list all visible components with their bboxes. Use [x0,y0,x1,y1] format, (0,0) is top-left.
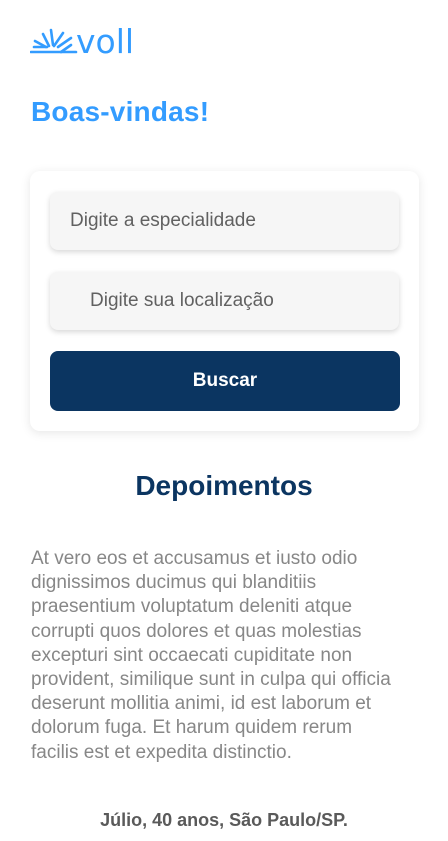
testimonial-text: At vero eos et accusamus et iusto odio d… [31,548,391,763]
welcome-title: Boas-vindas! [31,96,210,127]
testimonials-title: Depoimentos [135,470,313,501]
voll-logo-icon: voll [30,25,134,59]
testimonial-author: Júlio, 40 anos, São Paulo/SP. [100,810,348,830]
svg-text:voll: voll [76,25,134,59]
specialty-input[interactable] [50,192,399,250]
voll-logo: voll [30,25,162,59]
search-card: Buscar [30,171,419,431]
location-input[interactable] [50,272,399,330]
search-button[interactable]: Buscar [50,351,400,411]
